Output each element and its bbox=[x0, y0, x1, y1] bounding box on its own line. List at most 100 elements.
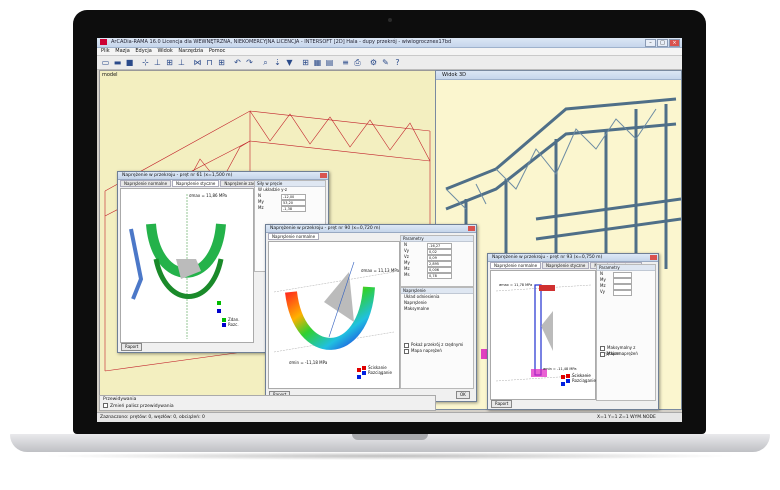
prop-value[interactable] bbox=[613, 290, 632, 296]
dialog-1-close-button[interactable] bbox=[320, 173, 327, 178]
dialog-3-titlebar: Naprężenie w przekroju - pręt nr 93 (x=0… bbox=[488, 254, 658, 262]
prop-value[interactable]: -1,38 bbox=[281, 206, 306, 212]
menu-tools[interactable]: Narzędzia bbox=[178, 48, 203, 55]
minimize-button[interactable]: – bbox=[645, 39, 656, 47]
new-file-icon[interactable]: ▭ bbox=[101, 58, 110, 67]
wrench-icon[interactable]: ✎ bbox=[381, 58, 390, 67]
checkbox[interactable] bbox=[404, 342, 409, 348]
legend-swatch bbox=[566, 379, 570, 383]
redo-icon[interactable]: ↷ bbox=[245, 58, 254, 67]
menu-help[interactable]: Pomoc bbox=[209, 48, 226, 55]
checkbox[interactable] bbox=[103, 403, 108, 408]
prop-label: My bbox=[600, 277, 606, 282]
prop-label: My bbox=[404, 260, 410, 265]
dialog-3-stress-max: σmax = 11,78 MPa bbox=[499, 283, 533, 287]
prop-row: Ms 0,78 bbox=[401, 272, 473, 279]
results-icon[interactable]: ▦ bbox=[313, 58, 322, 67]
dialog-1-title: Naprężenie w przekroju - pręt nr 61 (x=1… bbox=[122, 173, 233, 178]
dialog-2-legend: Ściskanie Rozciąganie bbox=[362, 365, 392, 375]
table-icon[interactable]: ▤ bbox=[325, 58, 334, 67]
prop-label: N bbox=[258, 193, 261, 198]
bottom-panel-checkbox-row[interactable]: Zmień palisz przewidywania bbox=[103, 403, 174, 409]
checkbox-label: Mapa naprężeń bbox=[411, 348, 442, 353]
prop-label: Mz bbox=[600, 283, 606, 288]
checkbox[interactable] bbox=[600, 351, 605, 357]
checkbox-label: Zmień palisz przewidywania bbox=[110, 404, 174, 409]
menu-bar: Plik Mazja Edycja Widok Narzędzia Pomoc bbox=[97, 48, 682, 56]
app-title: ArCADia-RAMA 16.0 Licencja dla WEWNĘTRZN… bbox=[111, 39, 452, 45]
support-icon[interactable]: ⊥ bbox=[177, 58, 186, 67]
checkbox[interactable] bbox=[600, 345, 605, 351]
dialog-2-tabs: Naprężenie normalne bbox=[268, 233, 320, 240]
print-icon[interactable]: ⎙ bbox=[353, 58, 362, 67]
prop-value[interactable]: 0,78 bbox=[427, 273, 452, 279]
status-right: X=1 Y=1 Z=1 WYM.NODE bbox=[597, 415, 656, 420]
view-3d-title: Widok 3D bbox=[442, 72, 466, 78]
menu-view[interactable]: Widok bbox=[157, 48, 172, 55]
tab-normal-stress[interactable]: Naprężenie normalne bbox=[268, 233, 320, 240]
screen: ArCADia-RAMA 16.0 Licencja dla WEWNĘTRZN… bbox=[97, 38, 682, 422]
prop-label: Vy bbox=[404, 248, 409, 253]
dialog-1-report-button[interactable]: Raport bbox=[121, 343, 143, 351]
prop-label: Vz bbox=[404, 254, 409, 259]
window-controls: – □ × bbox=[644, 39, 680, 47]
load-icon[interactable]: ⇣ bbox=[273, 58, 282, 67]
dialog-2-title: Naprężenie w przekroju - pręt nr 90 (x=0… bbox=[270, 226, 381, 231]
maximize-button[interactable]: □ bbox=[657, 39, 668, 47]
diagram-icon[interactable]: ≡ bbox=[341, 58, 350, 67]
prop-label: Vy bbox=[600, 289, 605, 294]
checkbox-row[interactable]: Mapa naprężeń bbox=[597, 351, 655, 357]
dialog-3-title: Naprężenie w przekroju - pręt nr 93 (x=0… bbox=[492, 255, 603, 260]
settings-icon[interactable]: ⚙ bbox=[369, 58, 378, 67]
tab-shear-stress[interactable]: Naprężenie styczne bbox=[542, 262, 590, 269]
prop-label: Mz bbox=[258, 205, 264, 210]
option-label: Maksymalne bbox=[404, 306, 430, 311]
filter-icon[interactable]: ▼ bbox=[285, 58, 294, 67]
checkbox[interactable] bbox=[404, 348, 409, 354]
undo-icon[interactable]: ↶ bbox=[233, 58, 242, 67]
legend-swatch bbox=[362, 371, 366, 375]
save-icon[interactable]: ■ bbox=[125, 58, 134, 67]
legend-label: Rozciąganie bbox=[368, 370, 393, 375]
bar-icon[interactable]: ⊞ bbox=[165, 58, 174, 67]
stress-dialog-2: Naprężenie w przekroju - pręt nr 90 (x=0… bbox=[265, 224, 477, 402]
help-icon[interactable]: ? bbox=[393, 58, 402, 67]
dialog-1-titlebar: Naprężenie w przekroju - pręt nr 61 (x=1… bbox=[118, 172, 328, 180]
prop-label: N bbox=[600, 271, 603, 276]
node-icon[interactable]: ⊥ bbox=[153, 58, 162, 67]
menu-edit[interactable]: Edycja bbox=[135, 48, 152, 55]
laptop-notch bbox=[352, 434, 428, 440]
laptop-shadow bbox=[40, 452, 740, 460]
dialog-2-ok-button[interactable]: OK bbox=[456, 391, 470, 399]
dialog-3-parameters: Parametry N My Mz Vy Maksymalny z wyjątk… bbox=[596, 264, 656, 401]
dialog-2-close-button[interactable] bbox=[468, 226, 475, 231]
prop-label: W układzie y-z bbox=[258, 187, 287, 192]
frame-icon[interactable]: ⊓ bbox=[205, 58, 214, 67]
legend-label: Rozc. bbox=[228, 322, 239, 327]
status-left: Zaznaczono: prętów: 0, węzłów: 0, obciąż… bbox=[100, 415, 205, 420]
zoom-icon[interactable]: ⌕ bbox=[261, 58, 270, 67]
status-bar: Zaznaczono: prętów: 0, węzłów: 0, obciąż… bbox=[97, 412, 682, 422]
select-icon[interactable]: ⊹ bbox=[141, 58, 150, 67]
dialog-3-report-button[interactable]: Raport bbox=[491, 400, 513, 408]
tab-shear-stress[interactable]: Naprężenie styczne bbox=[172, 180, 220, 187]
calculate-icon[interactable]: ⊞ bbox=[301, 58, 310, 67]
menu-file[interactable]: Plik bbox=[101, 48, 110, 55]
truss-icon[interactable]: ⋈ bbox=[193, 58, 202, 67]
dialog-3-legend: Ściskanie Rozciąganie bbox=[566, 373, 596, 383]
app-titlebar: ArCADia-RAMA 16.0 Licencja dla WEWNĘTRZN… bbox=[97, 38, 682, 48]
tab-normal-stress[interactable]: Naprężenie normalne bbox=[490, 262, 542, 269]
webcam bbox=[388, 18, 392, 22]
menu-mazja[interactable]: Mazja bbox=[115, 48, 129, 55]
dialog-3-close-button[interactable] bbox=[650, 255, 657, 260]
grid-icon[interactable]: ⊞ bbox=[217, 58, 226, 67]
checkbox-row[interactable]: Mapa naprężeń bbox=[401, 348, 473, 354]
dialog-2-stress-min: σmin = -11,18 MPa bbox=[289, 360, 328, 365]
dialog-3-stress-min: σmin = -11,48 MPa bbox=[543, 367, 577, 371]
prop-row: Vy bbox=[597, 289, 655, 296]
open-folder-icon[interactable]: ▬ bbox=[113, 58, 122, 67]
tab-normal-stress[interactable]: Naprężenie normalne bbox=[120, 180, 172, 187]
toolbar: ▭ ▬ ■ ⊹ ⊥ ⊞ ⊥ ⋈ ⊓ ⊞ ↶ ↷ ⌕ ⇣ ▼ ⊞ ▦ ▤ ≡ ⎙ … bbox=[97, 56, 682, 70]
dialog-2-titlebar: Naprężenie w przekroju - pręt nr 90 (x=0… bbox=[266, 225, 476, 233]
close-button[interactable]: × bbox=[669, 39, 680, 47]
